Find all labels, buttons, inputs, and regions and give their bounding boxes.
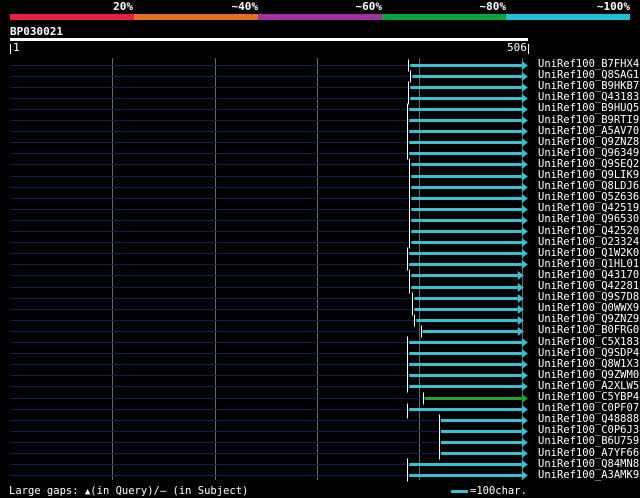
hit-arrow-icon — [521, 249, 528, 258]
hit-arrow-icon — [521, 416, 528, 425]
hit-arrow-icon — [521, 105, 528, 114]
hit-arrow-icon — [521, 183, 528, 192]
hit-arrow-icon — [521, 72, 528, 81]
hit-arrow-icon — [521, 260, 528, 269]
hit-link-uniref100-c5x183[interactable]: UniRef100_C5X183 — [538, 336, 639, 348]
subject-gap-text: (in Subject) — [166, 485, 249, 497]
hit-arrow-icon — [521, 61, 528, 70]
hit-arrow-icon — [521, 238, 528, 247]
hit-arrow-icon — [521, 360, 528, 369]
hit-arrow-icon — [521, 438, 528, 447]
hit-link-uniref100-a7yf66[interactable]: UniRef100_A7YF66 — [538, 447, 639, 459]
hit-arrow-icon — [521, 449, 528, 458]
hit-arrow-icon — [521, 94, 528, 103]
hit-link-uniref100-b9huq5[interactable]: UniRef100_B9HUQ5 — [538, 103, 639, 114]
hit-arrow-icon — [521, 216, 528, 225]
hit-arrow-icon — [521, 460, 528, 469]
hit-arrow-icon — [521, 172, 528, 181]
hit-arrow-icon — [521, 394, 528, 403]
hit-arrow-icon — [521, 160, 528, 169]
hit-arrow-icon — [521, 405, 528, 414]
hit-arrow-icon — [521, 194, 528, 203]
hit-link-uniref100-q96530[interactable]: UniRef100_Q96530 — [538, 214, 639, 225]
hit-link-uniref100-q42520[interactable]: UniRef100_Q42520 — [538, 225, 639, 237]
hit-arrow-icon — [521, 382, 528, 391]
scale-bar-icon — [451, 490, 468, 493]
hit-link-uniref100-b0frg0[interactable]: UniRef100_B0FRG0 — [538, 325, 639, 336]
hit-link-uniref100-b9rti9[interactable]: UniRef100_B9RTI9 — [538, 114, 639, 126]
hit-arrow-icon — [521, 127, 528, 136]
hit-link-uniref100-q9sdp4[interactable]: UniRef100_Q9SDP4 — [538, 347, 639, 359]
hit-arrow-icon — [521, 83, 528, 92]
query-gap-text: (in Query)/ — [90, 485, 160, 497]
large-gaps-label: Large gaps: — [9, 485, 79, 497]
hit-arrow-icon — [521, 227, 528, 236]
hit-arrow-icon — [521, 116, 528, 125]
hit-arrow-icon — [521, 349, 528, 358]
hit-arrow-icon — [521, 371, 528, 380]
hit-arrow-icon — [521, 427, 528, 436]
hit-link-uniref100-a3amk9[interactable]: UniRef100_A3AMK9 — [538, 469, 639, 481]
hit-arrow-icon — [521, 149, 528, 158]
hit-link-uniref100-o23324[interactable]: UniRef100_O23324 — [538, 236, 639, 248]
hit-link-uniref100-q84mn8[interactable]: UniRef100_Q84MN8 — [538, 458, 639, 470]
hit-arrow-icon — [521, 138, 528, 147]
hit-arrow-icon — [521, 471, 528, 480]
scale-text: =100char. — [470, 485, 527, 497]
hit-arrow-icon — [521, 205, 528, 214]
hit-arrow-icon — [521, 338, 528, 347]
footer-gap-legend: Large gaps: ▲(in Query)/― (in Subject) — [9, 485, 248, 498]
hit-link-uniref100-a5av70[interactable]: UniRef100_A5AV70 — [538, 125, 639, 137]
hit-link-uniref100-b6u759[interactable]: UniRef100_B6U759 — [538, 436, 639, 447]
